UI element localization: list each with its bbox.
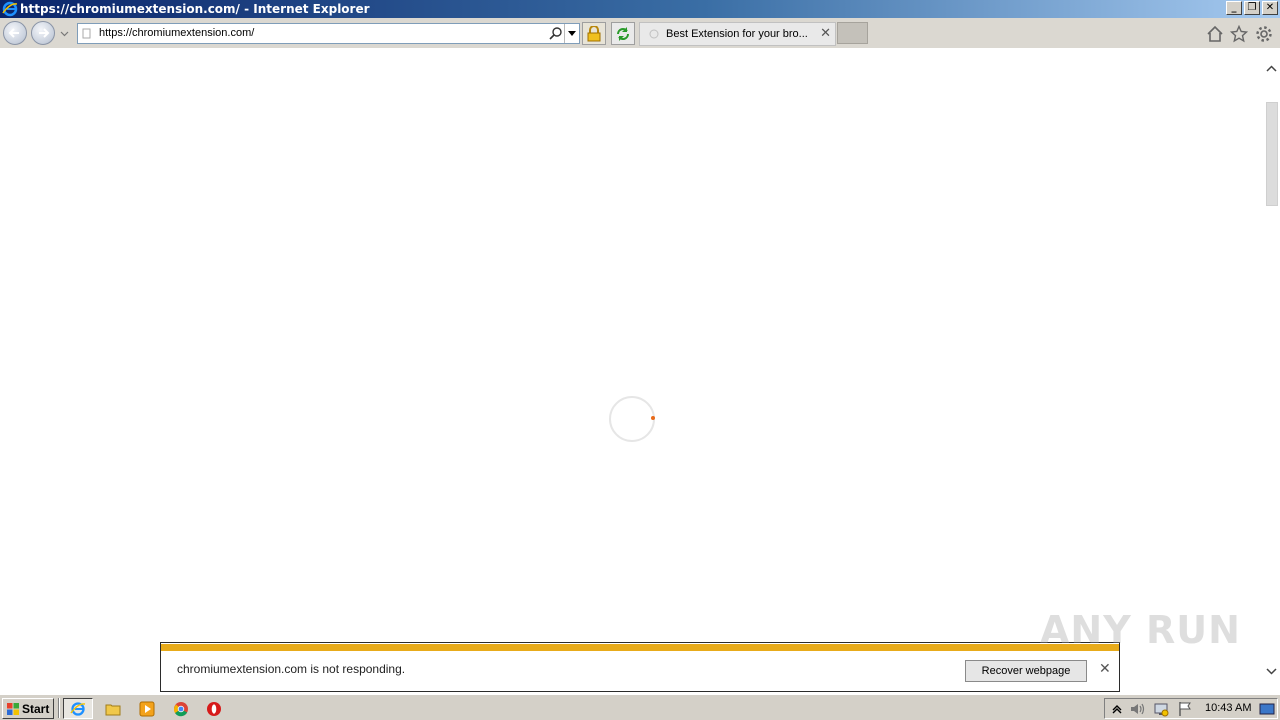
close-notification-icon[interactable]: ✕ — [1099, 661, 1111, 677]
vertical-scrollbar[interactable] — [1263, 48, 1280, 694]
scroll-thumb[interactable] — [1266, 102, 1278, 206]
forward-arrow-icon — [39, 28, 50, 38]
window-title: https://chromiumextension.com/ - Interne… — [20, 2, 370, 16]
not-responding-notification: chromiumextension.com is not responding.… — [160, 642, 1120, 692]
loading-spinner — [609, 396, 655, 442]
close-tab-icon[interactable]: ✕ — [820, 27, 831, 41]
forward-button[interactable] — [31, 21, 55, 45]
tab-title: Best Extension for your bro... — [666, 28, 808, 40]
home-icon[interactable] — [1206, 25, 1224, 43]
page-favicon-icon — [82, 28, 91, 39]
scroll-up-arrow-icon[interactable] — [1263, 62, 1280, 76]
file-explorer-icon — [105, 704, 121, 715]
minimize-button[interactable]: _ — [1226, 1, 1242, 15]
show-desktop-icon[interactable] — [1259, 701, 1275, 717]
system-tray: 10:43 AM — [1104, 698, 1278, 719]
notification-stripe — [161, 644, 1119, 651]
chrome-icon — [174, 701, 188, 716]
back-arrow-icon — [8, 28, 19, 38]
tab-favicon-icon — [649, 29, 659, 39]
internet-explorer-icon — [70, 701, 86, 716]
start-label: Start — [22, 701, 50, 716]
internet-explorer-icon — [2, 1, 18, 17]
start-button[interactable]: Start — [2, 698, 54, 719]
taskbar-media-player[interactable] — [132, 698, 162, 719]
favorites-star-icon[interactable] — [1230, 25, 1248, 43]
notification-message: chromiumextension.com is not responding. — [177, 662, 406, 676]
tab-active[interactable]: Best Extension for your bro... ✕ — [639, 22, 836, 46]
taskbar-file-explorer[interactable] — [98, 698, 128, 719]
taskbar-clock[interactable]: 10:43 AM — [1205, 702, 1251, 714]
chevron-down-icon — [568, 30, 576, 36]
close-window-button[interactable]: ✕ — [1262, 1, 1278, 15]
recover-webpage-button[interactable]: Recover webpage — [965, 660, 1087, 682]
page-content — [0, 48, 1263, 694]
back-button[interactable] — [3, 21, 27, 45]
refresh-icon — [617, 26, 629, 41]
taskbar-chrome[interactable] — [166, 698, 196, 719]
address-dropdown-button[interactable] — [564, 24, 579, 43]
window-controls: _ ❐ ✕ — [1226, 1, 1278, 15]
taskbar: Start 10:43 AM — [0, 694, 1280, 720]
window-titlebar: https://chromiumextension.com/ - Interne… — [0, 0, 1280, 18]
media-player-icon — [139, 701, 155, 716]
new-tab-button[interactable] — [837, 22, 868, 44]
search-icon[interactable] — [549, 26, 563, 40]
windows-flag-icon — [7, 702, 19, 715]
security-lock-button[interactable] — [582, 22, 606, 45]
scroll-down-arrow-icon[interactable] — [1263, 664, 1280, 678]
settings-gear-icon[interactable] — [1255, 25, 1273, 43]
watermark: ANY RUN — [1040, 608, 1241, 652]
taskbar-opera[interactable] — [199, 698, 229, 719]
lock-icon — [587, 25, 601, 41]
address-bar[interactable]: https://chromiumextension.com/ — [77, 23, 580, 44]
action-center-flag-icon[interactable] — [1177, 701, 1193, 717]
volume-icon[interactable] — [1129, 701, 1145, 717]
opera-icon — [207, 701, 221, 716]
address-input[interactable]: https://chromiumextension.com/ — [99, 27, 254, 39]
refresh-button[interactable] — [611, 22, 635, 45]
recent-pages-dropdown-icon[interactable] — [60, 29, 69, 38]
taskbar-separator — [58, 698, 60, 718]
show-hidden-icons-icon[interactable] — [1109, 701, 1125, 717]
network-icon[interactable] — [1153, 701, 1169, 717]
taskbar-internet-explorer[interactable] — [63, 698, 93, 719]
restore-button[interactable]: ❐ — [1244, 1, 1260, 15]
